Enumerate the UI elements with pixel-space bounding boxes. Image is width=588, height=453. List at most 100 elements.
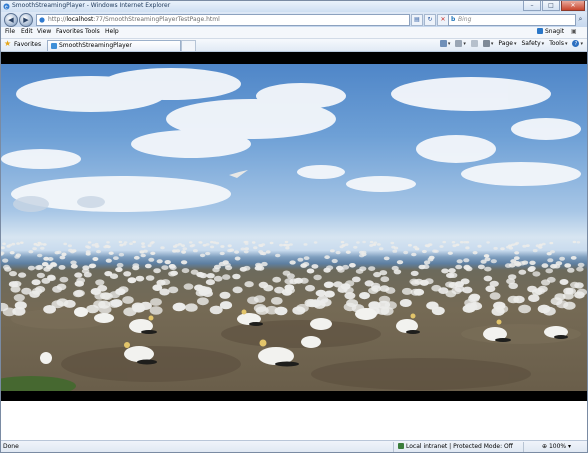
menu-edit[interactable]: Edit: [21, 28, 33, 35]
new-tab-button[interactable]: [181, 40, 196, 51]
gannet: [527, 267, 535, 272]
zoom-level[interactable]: ⊕ 100% ▾: [542, 443, 571, 450]
gannet: [442, 240, 447, 244]
security-zone[interactable]: Local intranet | Protected Mode: Off: [398, 443, 513, 450]
gannet: [269, 241, 274, 245]
safety-menu[interactable]: Safety ▾: [521, 40, 544, 47]
menu-view[interactable]: View: [37, 28, 51, 35]
gannet: [380, 276, 390, 283]
gannet: [349, 263, 356, 268]
gannet: [232, 286, 243, 294]
gannet: [150, 251, 156, 255]
gannet: [392, 249, 398, 253]
gannet: [500, 247, 505, 251]
forward-button[interactable]: ▶: [19, 13, 33, 27]
gannet: [219, 291, 231, 299]
gannet: [151, 241, 155, 244]
menu-help[interactable]: Help: [105, 28, 119, 35]
gannet: [385, 287, 396, 294]
print-button[interactable]: ▾: [482, 40, 493, 47]
gannet: [484, 257, 491, 262]
close-button[interactable]: ✕: [561, 1, 585, 11]
browser-window: e SmoothStreamingPlayer - Windows Intern…: [0, 0, 588, 453]
gannet: [106, 241, 110, 244]
gannet: [431, 284, 442, 292]
snagit-window-icon[interactable]: ▣: [571, 28, 577, 35]
favorites-button[interactable]: Favorites: [14, 41, 41, 48]
gannet: [396, 260, 404, 265]
video-frame[interactable]: [1, 64, 587, 391]
print-icon: [482, 40, 490, 47]
home-button[interactable]: ▾: [439, 40, 450, 47]
gannet: [160, 246, 165, 250]
gannet: [92, 257, 99, 261]
gannet: [477, 244, 482, 248]
gannet: [21, 287, 32, 295]
gannet: [115, 288, 126, 296]
tab-smoothstreamingplayer[interactable]: SmoothStreamingPlayer: [47, 40, 181, 51]
gannet: [149, 306, 163, 315]
refresh-button[interactable]: ↻: [424, 14, 436, 26]
video-player[interactable]: [1, 52, 587, 401]
safety-menu-label: Safety: [521, 40, 541, 47]
gannet: [515, 241, 520, 245]
gannet: [87, 241, 92, 244]
maximize-button[interactable]: □: [542, 1, 560, 11]
gannet: [253, 304, 267, 313]
gannet: [323, 267, 331, 273]
back-button[interactable]: ◀: [4, 13, 18, 27]
address-url[interactable]: http://localhost:77/SmoothStreamingPlaye…: [48, 16, 220, 23]
address-bar[interactable]: http://localhost:77/SmoothStreamingPlaye…: [36, 14, 410, 26]
search-button[interactable]: ⌕: [576, 14, 585, 24]
snagit-button[interactable]: Snagit: [537, 28, 564, 35]
minimize-button[interactable]: –: [523, 1, 541, 11]
gannet: [2, 242, 6, 246]
gannet: [279, 243, 284, 247]
menu-file[interactable]: File: [5, 28, 15, 35]
compatibility-button[interactable]: ▤: [411, 14, 423, 26]
gannet: [449, 272, 458, 278]
gannet: [294, 277, 303, 284]
gannet: [401, 287, 413, 295]
gannet: [196, 271, 205, 278]
feeds-button[interactable]: ▾: [455, 40, 466, 47]
menu-favorites[interactable]: Favorites: [56, 28, 83, 35]
gannet: [58, 265, 66, 270]
gannet: [284, 240, 289, 244]
gannet: [342, 264, 350, 270]
gannet: [451, 287, 462, 295]
menu-tools[interactable]: Tools: [85, 28, 100, 35]
favorites-star-icon[interactable]: ★: [4, 40, 11, 48]
gannet: [483, 275, 493, 282]
gannet: [272, 276, 282, 283]
chevron-down-icon: ▾: [564, 40, 568, 47]
tools-menu[interactable]: Tools ▾: [549, 40, 567, 47]
gannet: [95, 279, 105, 286]
address-tools: ▤ ↻ ✕: [411, 14, 450, 26]
gannet: [369, 240, 374, 244]
gannet: [156, 259, 163, 264]
gannet: [141, 242, 145, 245]
help-menu[interactable]: ? ▾: [572, 40, 583, 47]
mail-button[interactable]: [470, 40, 478, 47]
gannet: [546, 276, 556, 283]
gannet: [86, 246, 92, 249]
gannet: [47, 257, 54, 261]
gannet: [447, 251, 453, 255]
gannet: [140, 253, 146, 258]
gannet: [535, 244, 540, 248]
gannet: [42, 243, 47, 246]
gannet: [542, 306, 556, 316]
page-menu[interactable]: Page ▾: [498, 40, 516, 47]
gannet: [147, 244, 152, 248]
gannet: [119, 243, 124, 247]
gannet: [289, 260, 296, 265]
gannet: [285, 244, 290, 247]
gannet: [421, 249, 427, 254]
flying-gannet: [229, 170, 248, 178]
search-input[interactable]: b Bing: [448, 14, 576, 26]
gannet: [227, 249, 233, 253]
gannet: [143, 249, 148, 253]
gannet: [106, 245, 111, 249]
gannet: [455, 264, 463, 270]
